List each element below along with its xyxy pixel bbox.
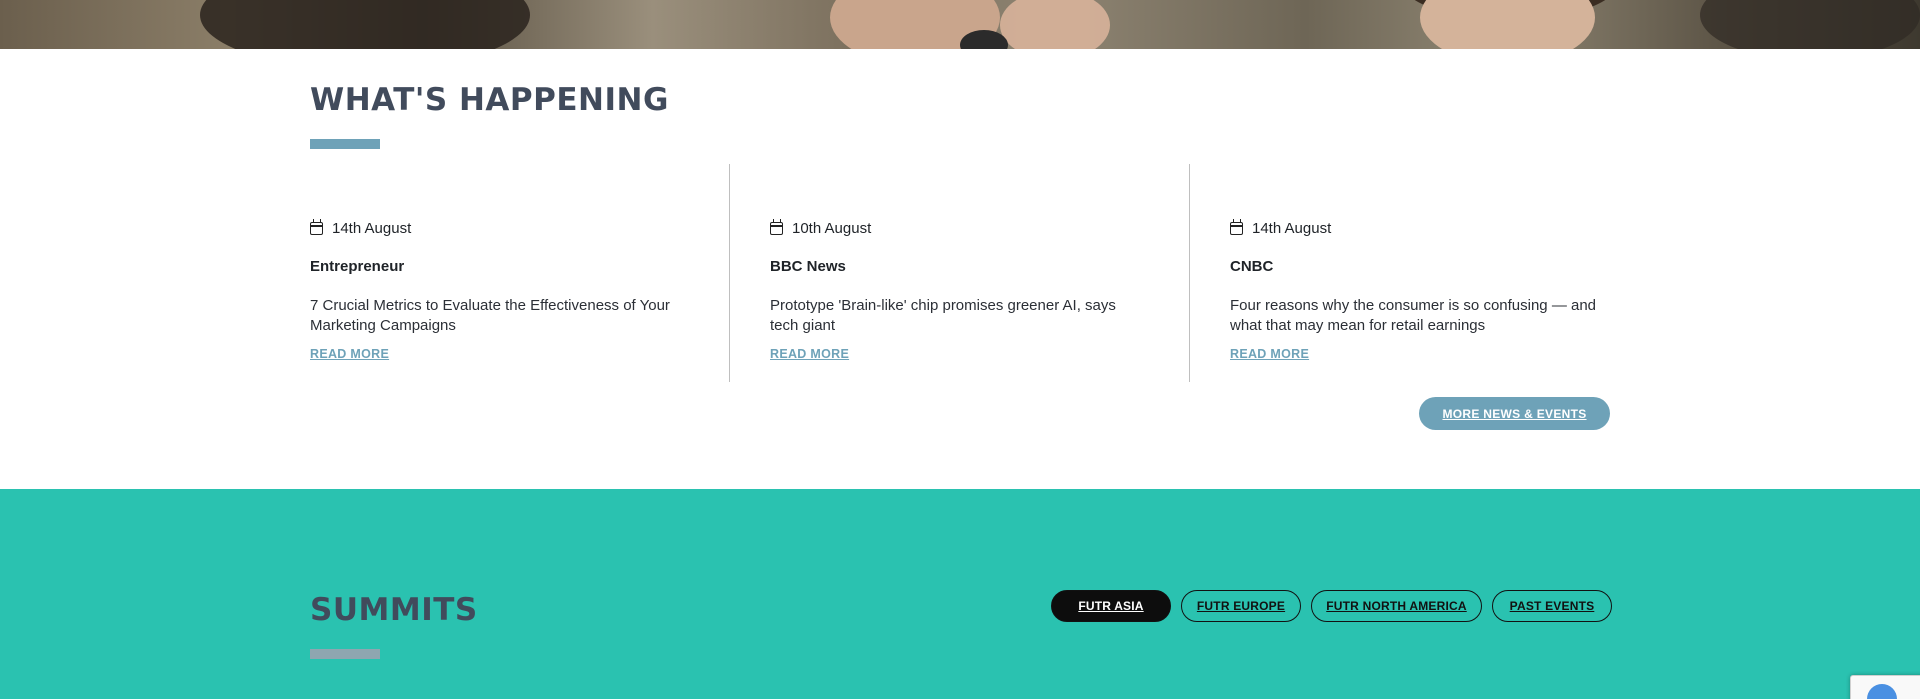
news-date-text: 14th August	[1252, 220, 1332, 237]
news-headline: Four reasons why the consumer is so conf…	[1230, 297, 1597, 334]
news-headline: Prototype 'Brain-like' chip promises gre…	[770, 297, 1116, 334]
news-date: 14th August	[310, 219, 412, 237]
more-news-events-button[interactable]: MORE NEWS & EVENTS	[1419, 397, 1610, 430]
calendar-icon	[1230, 219, 1243, 235]
read-more-link[interactable]: READ MORE	[310, 347, 389, 361]
summits-title-underline	[310, 649, 380, 659]
news-date-text: 14th August	[332, 220, 412, 237]
calendar-icon	[770, 219, 783, 235]
recaptcha-badge[interactable]	[1850, 675, 1920, 699]
news-date: 14th August	[1230, 219, 1332, 237]
summits-section: SUMMITS FUTR ASIA FUTR EUROPE FUTR NORTH…	[0, 489, 1920, 699]
news-date: 10th August	[770, 219, 872, 237]
read-more-link[interactable]: READ MORE	[770, 347, 849, 361]
news-source: Entrepreneur	[310, 258, 405, 275]
news-card: 10th August BBC News Prototype 'Brain-li…	[770, 164, 1150, 382]
tab-futr-asia[interactable]: FUTR ASIA	[1051, 590, 1171, 622]
news-date-text: 10th August	[792, 220, 872, 237]
news-card: 14th August CNBC Four reasons why the co…	[1230, 164, 1630, 382]
news-headline: 7 Crucial Metrics to Evaluate the Effect…	[310, 297, 670, 334]
news-section-title: WHAT'S HAPPENING	[310, 82, 669, 118]
hero-photo	[0, 0, 1920, 49]
read-more-link[interactable]: READ MORE	[1230, 347, 1309, 361]
summits-tabs: FUTR ASIA FUTR EUROPE FUTR NORTH AMERICA…	[1051, 590, 1612, 622]
news-source: CNBC	[1230, 258, 1274, 275]
tab-futr-europe[interactable]: FUTR EUROPE	[1181, 590, 1301, 622]
card-divider	[1189, 164, 1190, 382]
recaptcha-icon	[1867, 684, 1897, 699]
tab-futr-north-america[interactable]: FUTR NORTH AMERICA	[1311, 590, 1482, 622]
calendar-icon	[310, 219, 323, 235]
news-section: WHAT'S HAPPENING 14th August Entrepreneu…	[0, 49, 1920, 489]
news-source: BBC News	[770, 258, 846, 275]
summits-section-title: SUMMITS	[310, 592, 478, 628]
tab-past-events[interactable]: PAST EVENTS	[1492, 590, 1612, 622]
news-title-underline	[310, 139, 380, 149]
card-divider	[729, 164, 730, 382]
news-card: 14th August Entrepreneur 7 Crucial Metri…	[310, 164, 730, 382]
